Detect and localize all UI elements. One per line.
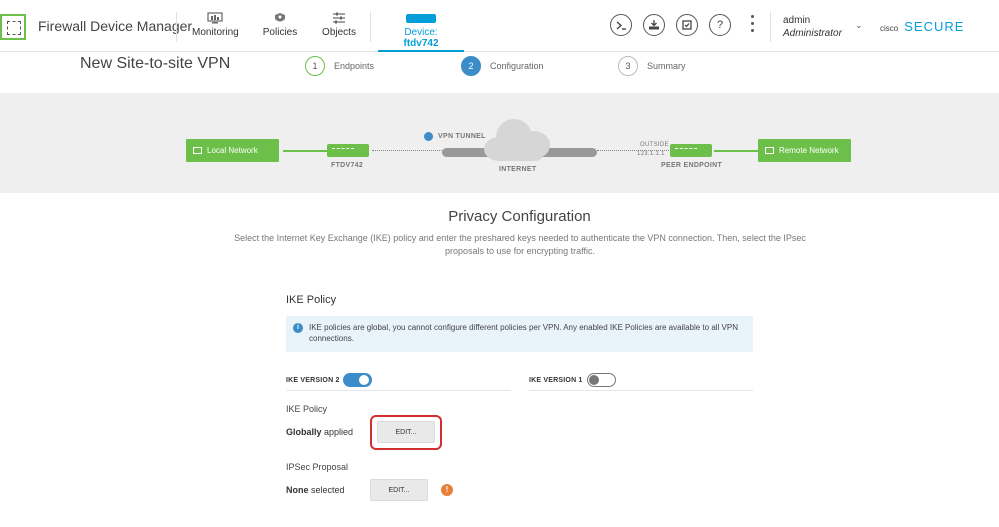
network-icon [193, 147, 202, 154]
objects-icon [333, 12, 345, 24]
ipsec-proposal-status: None selected [286, 485, 345, 495]
ike-policy-label: IKE Policy [286, 404, 328, 414]
step-number: 3 [618, 56, 638, 76]
ike-version1-toggle[interactable] [587, 373, 616, 387]
cli-console-button[interactable] [610, 14, 632, 36]
tunnel-dotted-line [372, 150, 442, 151]
local-firewall-icon [327, 144, 369, 157]
clipboard-icon [682, 20, 692, 30]
warning-icon: ! [441, 484, 453, 496]
wizard-step-summary[interactable]: 3 Summary [618, 56, 686, 76]
tasks-button[interactable] [676, 14, 698, 36]
ipsec-proposal-edit-button[interactable]: EDIT... [370, 479, 428, 501]
cisco-secure-logo: cisco SECURE [880, 19, 964, 34]
nav-monitoring-label: Monitoring [192, 27, 239, 38]
remote-link-line [714, 150, 758, 152]
nav-policies-label: Policies [262, 27, 298, 38]
deploy-icon [649, 20, 659, 30]
device-icon [406, 14, 436, 23]
help-button[interactable]: ? [709, 14, 731, 36]
remote-network-label: Remote Network [779, 146, 839, 155]
local-network-label: Local Network [207, 146, 258, 155]
nav-policies[interactable]: Policies [262, 8, 298, 48]
step-label: Summary [647, 61, 686, 71]
outside-label: OUTSIDE [640, 142, 669, 148]
deploy-button[interactable] [643, 14, 665, 36]
user-role: Administrator [783, 28, 842, 39]
step-label: Configuration [490, 61, 544, 71]
divider [529, 390, 753, 391]
user-menu[interactable]: admin Administrator [783, 14, 842, 40]
policies-icon [275, 13, 285, 22]
cisco-logo-text: cisco [880, 24, 899, 33]
vpn-topology-diagram: Local Network FTDV742 VPN TUNNEL INTERNE… [0, 93, 999, 193]
nav-device-label: Device: ftdv742 [403, 27, 439, 49]
chevron-down-icon[interactable]: ⌄ [855, 20, 863, 31]
fdm-logo-icon[interactable] [0, 14, 26, 40]
wizard-step-configuration[interactable]: 2 Configuration [461, 56, 544, 76]
header-divider [370, 12, 371, 42]
divider [286, 390, 511, 391]
internet-label: INTERNET [499, 166, 537, 173]
nav-objects[interactable]: Objects [322, 8, 356, 48]
info-icon: i [293, 323, 303, 333]
vpn-tunnel-label: VPN TUNNEL [438, 133, 486, 140]
internet-cloud-icon [484, 117, 552, 163]
fdm-app: Firewall Device Manager Monitoring Polic… [0, 0, 999, 527]
local-link-line [283, 150, 327, 152]
more-options-icon[interactable] [751, 15, 755, 35]
local-device-label: FTDV742 [331, 162, 364, 169]
privacy-config-title: Privacy Configuration [448, 208, 591, 225]
active-tab-indicator [378, 50, 464, 52]
ipsec-proposal-label: IPSec Proposal [286, 462, 349, 472]
user-name: admin [783, 15, 811, 26]
app-title: Firewall Device Manager [38, 18, 193, 34]
peer-endpoint-label: PEER ENDPOINT [661, 162, 723, 169]
ike-info-banner: i IKE policies are global, you cannot co… [286, 316, 753, 352]
top-header: Firewall Device Manager Monitoring Polic… [0, 0, 999, 52]
terminal-icon [616, 20, 626, 30]
ike-info-text: IKE policies are global, you cannot conf… [309, 323, 738, 343]
network-icon [765, 147, 774, 154]
header-divider [770, 12, 771, 42]
step-label: Endpoints [334, 61, 375, 71]
help-icon: ? [716, 19, 724, 31]
edit-button-highlight [370, 415, 442, 450]
privacy-config-description: Select the Internet Key Exchange (IKE) p… [234, 233, 806, 256]
ike-policy-heading: IKE Policy [286, 294, 337, 306]
wizard-title: New Site-to-site VPN [80, 55, 231, 72]
nav-objects-label: Objects [322, 27, 356, 38]
ike-version1-label: IKE VERSION 1 [529, 377, 583, 384]
ike-version2-toggle[interactable] [343, 373, 372, 387]
nav-monitoring[interactable]: Monitoring [192, 8, 239, 48]
local-network-button[interactable]: Local Network [186, 139, 279, 162]
wizard-step-endpoints[interactable]: 1 Endpoints [305, 56, 374, 76]
step-number: 1 [305, 56, 325, 76]
outside-ip: 123.1.1.1 [637, 151, 665, 157]
nav-device[interactable]: Device: ftdv742 [378, 8, 464, 52]
step-number: 2 [461, 56, 481, 76]
secure-logo-text: SECURE [904, 19, 965, 34]
ike-policy-status: Globally applied [286, 427, 354, 437]
remote-network-button[interactable]: Remote Network [758, 139, 851, 162]
peer-firewall-icon [670, 144, 712, 157]
ike-version2-label: IKE VERSION 2 [286, 377, 340, 384]
header-divider [176, 12, 177, 42]
vpn-tunnel-status-dot [424, 132, 433, 141]
monitoring-icon [207, 12, 223, 24]
